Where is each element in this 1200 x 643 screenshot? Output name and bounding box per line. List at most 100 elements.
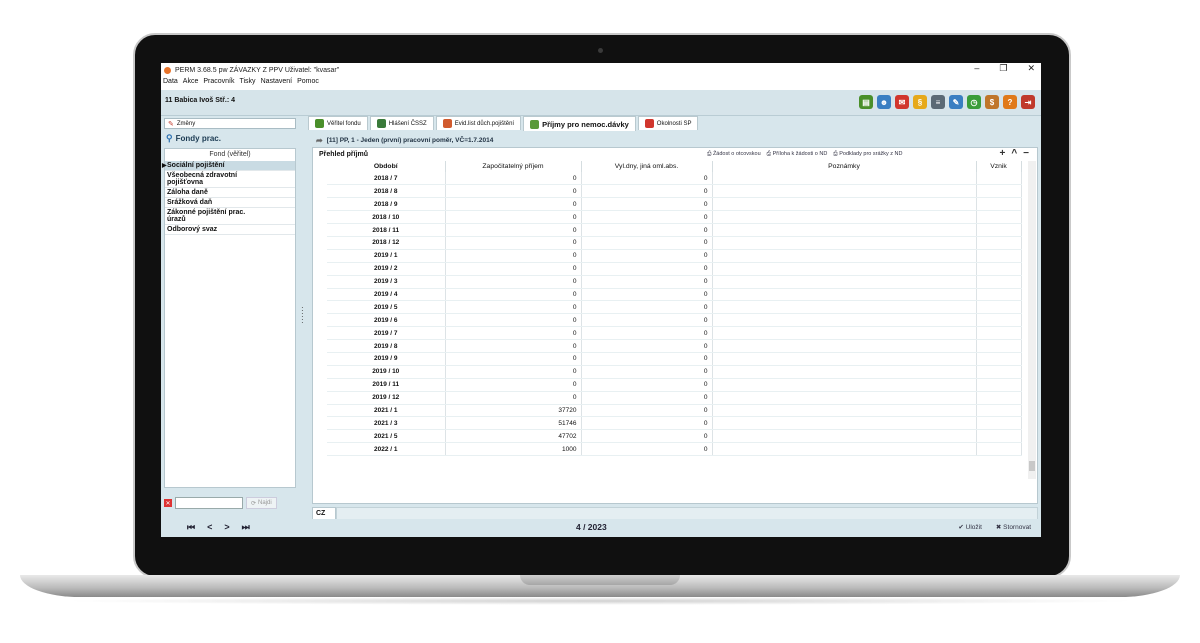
cell-vznik[interactable] <box>976 429 1022 444</box>
cell-prijem[interactable]: 37720 <box>445 404 582 418</box>
paragraph-icon[interactable]: § <box>913 95 927 109</box>
cell-poznamky[interactable] <box>712 236 977 250</box>
cell-vyl-dny[interactable]: 0 <box>581 210 713 225</box>
cell-vznik[interactable] <box>976 288 1022 302</box>
cell-obdobi[interactable]: 2018 / 10 <box>327 210 446 225</box>
cell-poznamky[interactable] <box>712 416 977 431</box>
cell-poznamky[interactable] <box>712 262 977 276</box>
menu-pomoc[interactable]: Pomoc <box>297 78 319 88</box>
cell-obdobi[interactable]: 2019 / 2 <box>327 262 446 276</box>
cell-poznamky[interactable] <box>712 172 977 186</box>
cell-obdobi[interactable]: 2019 / 12 <box>327 391 446 405</box>
minimize-button[interactable]: – <box>974 63 979 74</box>
cell-prijem[interactable]: 0 <box>445 210 582 225</box>
table-row[interactable]: 2018 / 900 <box>327 197 1022 212</box>
cell-prijem[interactable]: 47702 <box>445 429 582 444</box>
cell-obdobi[interactable]: 2019 / 9 <box>327 352 446 366</box>
cell-poznamky[interactable] <box>712 352 977 366</box>
cell-vznik[interactable] <box>976 378 1022 392</box>
cell-vznik[interactable] <box>976 275 1022 289</box>
cell-vznik[interactable] <box>976 197 1022 212</box>
cell-obdobi[interactable]: 2019 / 7 <box>327 326 446 341</box>
cell-obdobi[interactable]: 2019 / 3 <box>327 275 446 289</box>
cell-prijem[interactable]: 0 <box>445 275 582 289</box>
table-row[interactable]: 2019 / 300 <box>327 275 1022 289</box>
cell-vznik[interactable] <box>976 300 1022 315</box>
cell-vznik[interactable] <box>976 442 1022 457</box>
badge-icon[interactable]: ✉ <box>895 95 909 109</box>
fund-item-urazy[interactable]: Zákonné pojištění prac. úrazů <box>165 208 295 225</box>
col-header-prijem[interactable]: Započitatelný příjem <box>445 161 582 172</box>
cell-vyl-dny[interactable]: 0 <box>581 429 713 444</box>
cell-prijem[interactable]: 0 <box>445 326 582 341</box>
menu-tisky[interactable]: Tisky <box>239 78 255 88</box>
cell-prijem[interactable]: 0 <box>445 339 582 353</box>
link-zadost-otcovska[interactable]: ⎙ Žádost o otcovskou <box>707 151 761 158</box>
cell-obdobi[interactable]: 2021 / 3 <box>327 416 446 431</box>
col-header-obdobi[interactable]: Období <box>327 161 446 172</box>
table-row[interactable]: 2019 / 200 <box>327 262 1022 276</box>
cell-vyl-dny[interactable]: 0 <box>581 404 713 418</box>
cell-vznik[interactable] <box>976 262 1022 276</box>
cell-poznamky[interactable] <box>712 442 977 457</box>
clock-icon[interactable]: ◷ <box>967 95 981 109</box>
cell-obdobi[interactable]: 2019 / 5 <box>327 300 446 315</box>
cell-prijem[interactable]: 0 <box>445 262 582 276</box>
fund-item-srazkova[interactable]: Srážková daň <box>165 198 295 208</box>
menu-akce[interactable]: Akce <box>183 78 199 88</box>
first-record-button[interactable]: ⏮ <box>187 522 195 533</box>
cell-prijem[interactable]: 0 <box>445 197 582 212</box>
fund-item-socialni[interactable]: Sociální pojištění <box>162 161 295 171</box>
table-row[interactable]: 2018 / 12 0 0 <box>327 236 1022 250</box>
menu-data[interactable]: Data <box>163 78 178 88</box>
cell-poznamky[interactable] <box>712 210 977 225</box>
cell-obdobi[interactable]: 2021 / 1 <box>327 404 446 418</box>
vertical-scrollbar[interactable] <box>1028 161 1036 479</box>
cell-vyl-dny[interactable]: 0 <box>581 275 713 289</box>
cell-prijem[interactable]: 0 <box>445 184 582 199</box>
tab-okolnosti[interactable]: Okolnosti SP <box>637 116 699 130</box>
cell-vyl-dny[interactable]: 0 <box>581 416 713 431</box>
cell-obdobi[interactable]: 2018 / 7 <box>327 172 446 186</box>
cell-vznik[interactable] <box>976 313 1022 328</box>
table-row[interactable]: 2018 / 800 <box>327 184 1022 199</box>
cell-obdobi[interactable]: 2019 / 1 <box>327 249 446 263</box>
cell-prijem[interactable]: 0 <box>445 172 582 186</box>
cell-poznamky[interactable] <box>712 249 977 263</box>
cell-obdobi[interactable]: 2018 / 11 <box>327 223 446 237</box>
cell-vyl-dny[interactable]: 0 <box>581 339 713 353</box>
table-row[interactable]: 2022 / 1 1000 0 <box>327 442 1022 457</box>
cell-poznamky[interactable] <box>712 404 977 418</box>
cell-vznik[interactable] <box>976 416 1022 431</box>
cell-vznik[interactable] <box>976 352 1022 366</box>
fund-item-odbory[interactable]: Odborový svaz <box>165 225 295 235</box>
fund-item-vzp[interactable]: Všeobecná zdravotní pojišťovna <box>165 171 295 188</box>
cell-prijem[interactable]: 51746 <box>445 416 582 431</box>
add-row-button[interactable]: + <box>999 148 1005 159</box>
cell-vyl-dny[interactable]: 0 <box>581 184 713 199</box>
splitter[interactable]: · · · · · · <box>298 116 308 537</box>
cell-vznik[interactable] <box>976 172 1022 186</box>
cell-obdobi[interactable]: 2019 / 10 <box>327 365 446 379</box>
cell-poznamky[interactable] <box>712 365 977 379</box>
table-row[interactable]: 2021 / 1 37720 0 <box>327 404 1022 418</box>
money-bag-icon[interactable]: $ <box>985 95 999 109</box>
cell-poznamky[interactable] <box>712 288 977 302</box>
table-row[interactable]: 2019 / 500 <box>327 300 1022 315</box>
cell-vyl-dny[interactable]: 0 <box>581 391 713 405</box>
link-priloha-nd[interactable]: ⎙ Příloha k žádosti o ND <box>767 151 828 158</box>
cell-prijem[interactable]: 0 <box>445 223 582 237</box>
table-row[interactable]: 2019 / 700 <box>327 326 1022 341</box>
table-row[interactable]: 2018 / 10 0 0 <box>327 210 1022 225</box>
fondy-heading[interactable]: ⚲ Fondy prac. <box>166 133 221 144</box>
help-icon[interactable]: ? <box>1003 95 1017 109</box>
id-card-icon[interactable]: ▤ <box>859 95 873 109</box>
cancel-button[interactable]: ✖ Stornovat <box>996 523 1031 531</box>
cell-vyl-dny[interactable]: 0 <box>581 378 713 392</box>
col-header-vyl-dny[interactable]: Vyl.dny, jiná oml.abs. <box>581 161 713 172</box>
tab-evid-list[interactable]: Evid.list důch.pojištění <box>435 116 522 130</box>
cell-prijem[interactable]: 0 <box>445 300 582 315</box>
document-icon[interactable]: ≡ <box>931 95 945 109</box>
cell-poznamky[interactable] <box>712 275 977 289</box>
menu-pracovnik[interactable]: Pracovník <box>203 78 234 88</box>
